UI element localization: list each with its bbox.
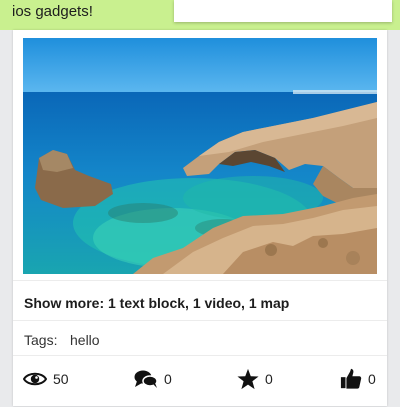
popup-panel	[174, 0, 392, 22]
comments-count: 0	[164, 371, 172, 387]
favorites-count: 0	[265, 371, 273, 387]
star-icon	[237, 368, 259, 390]
message-text: ios gadgets!	[12, 3, 93, 20]
tags-label: Tags:	[24, 332, 58, 348]
divider	[13, 280, 387, 281]
post-image[interactable]	[23, 38, 377, 274]
comments-icon	[134, 369, 158, 389]
likes-stat[interactable]: 0	[340, 367, 376, 391]
show-more-link[interactable]: Show more: 1 text block, 1 video, 1 map	[24, 295, 289, 311]
stats-row	[13, 355, 387, 407]
views-stat[interactable]: 50	[23, 367, 69, 391]
post-card: Show more: 1 text block, 1 video, 1 map …	[13, 30, 387, 406]
views-count: 50	[53, 371, 69, 387]
eye-icon	[23, 370, 47, 388]
favorites-stat[interactable]: 0	[237, 367, 273, 391]
comments-stat[interactable]: 0	[134, 367, 172, 391]
likes-count: 0	[368, 371, 376, 387]
thumbs-up-icon	[340, 368, 362, 390]
tag-item[interactable]: hello	[70, 332, 100, 348]
